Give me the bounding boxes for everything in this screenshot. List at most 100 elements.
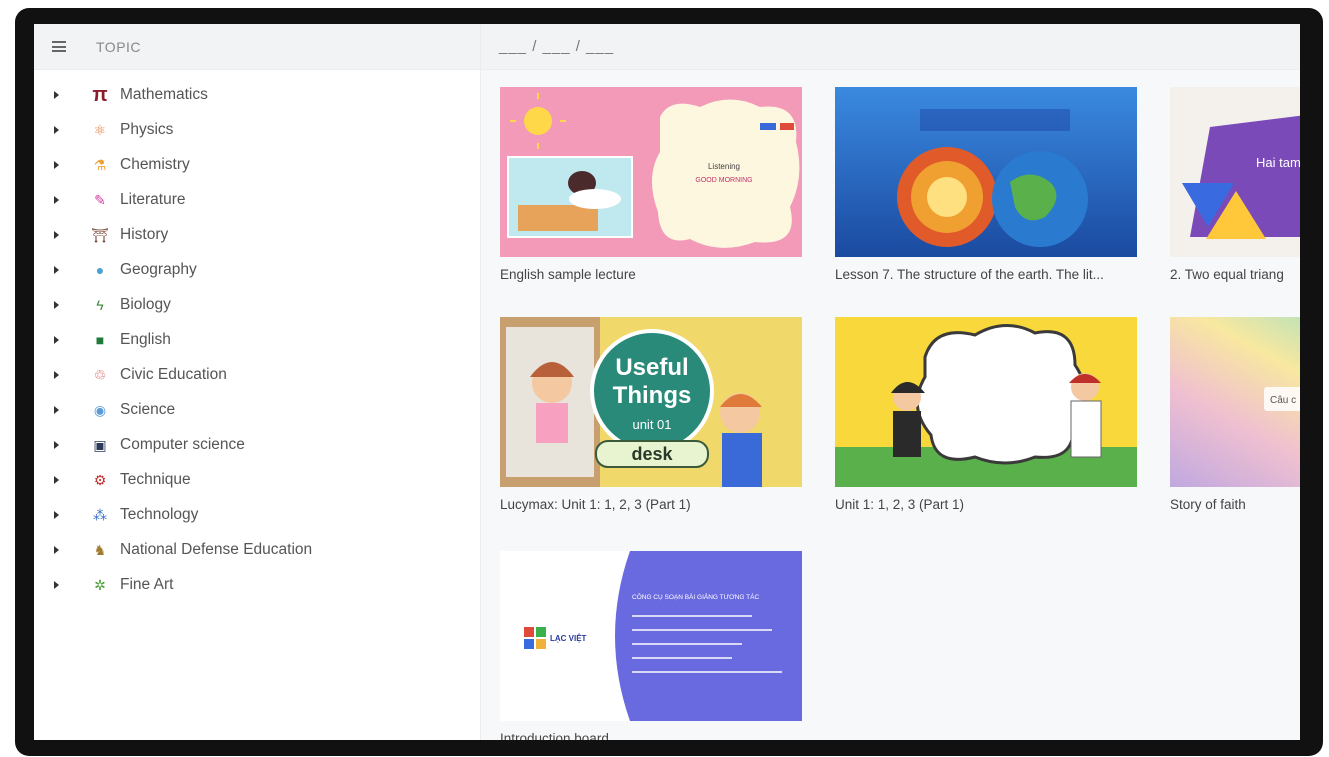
lecture-thumbnail: [835, 317, 1137, 487]
thumb-caption: Things: [613, 382, 692, 409]
thumb-caption: Câu c: [1270, 395, 1296, 406]
caret-right-icon[interactable]: [54, 440, 59, 449]
thumb-caption: desk: [631, 444, 673, 464]
caret-right-icon[interactable]: [54, 405, 59, 414]
sidebar-item-label: Technology: [120, 505, 199, 523]
sidebar-item-chemistry[interactable]: ⚗ Chemistry: [34, 147, 480, 182]
thumb-caption: CÔNG CỤ SOẠN BÀI GIẢNG TƯƠNG TÁC: [632, 592, 759, 601]
gear-icon: ⚙: [93, 471, 107, 488]
thumb-caption: Hai tam g: [1256, 155, 1300, 170]
caret-right-icon[interactable]: [54, 125, 59, 134]
pi-icon: π: [92, 83, 108, 106]
lecture-thumbnail: LẠC VIỆT CÔNG CỤ SOẠN BÀI GIẢNG TƯƠNG TÁ…: [500, 551, 802, 721]
sidebar-item-label: National Defense Education: [120, 540, 313, 558]
sidebar-header: TOPIC: [34, 24, 480, 70]
soldier-icon: ♞: [93, 541, 107, 558]
sidebar-item-geography[interactable]: ● Geography: [34, 252, 480, 287]
lecture-thumbnail: Câu c: [1170, 317, 1300, 487]
sidebar-title: TOPIC: [96, 38, 142, 55]
sidebar-item-label: English: [120, 330, 171, 348]
sidebar-item-label: Physics: [120, 120, 174, 138]
thumb-caption: LẠC VIỆT: [550, 634, 587, 643]
lecture-thumbnail: [835, 87, 1137, 257]
network-icon: ♲: [93, 366, 107, 383]
atom-icon: ⚛: [93, 121, 107, 138]
sidebar-item-technology[interactable]: ⁂ Technology: [34, 497, 480, 532]
sidebar-item-label: History: [120, 225, 169, 243]
sidebar-item-label: Geography: [120, 260, 197, 278]
breadcrumb-bar: ___ / ___ / ___: [481, 24, 1300, 70]
sidebar-item-national-defense-education[interactable]: ♞ National Defense Education: [34, 532, 480, 567]
lecture-title: Story of faith: [1170, 497, 1246, 512]
sidebar-item-label: Chemistry: [120, 155, 190, 173]
lecture-card[interactable]: Lesson 7. The structure of the earth. Th…: [835, 87, 1137, 282]
lecture-title: English sample lecture: [500, 267, 636, 282]
flask-icon: ⚗: [93, 156, 107, 173]
globe-icon: ●: [95, 261, 105, 278]
palette-icon: ✲: [94, 576, 106, 593]
sidebar-item-label: Biology: [120, 295, 171, 313]
caret-right-icon[interactable]: [54, 230, 59, 239]
sidebar-item-english[interactable]: ■ English: [34, 322, 480, 357]
caret-right-icon[interactable]: [54, 265, 59, 274]
menu-icon[interactable]: [52, 41, 66, 52]
caret-right-icon[interactable]: [54, 335, 59, 344]
sidebar-item-civic-education[interactable]: ♲ Civic Education: [34, 357, 480, 392]
topic-list: π Mathematics ⚛ Physics ⚗ Chemistry ✎ Literatur…: [34, 70, 480, 602]
lecture-thumbnail: Hai tam g: [1170, 87, 1300, 257]
sidebar-item-label: Mathematics: [120, 85, 208, 103]
caret-right-icon[interactable]: [54, 370, 59, 379]
sidebar-item-physics[interactable]: ⚛ Physics: [34, 112, 480, 147]
sidebar-item-mathematics[interactable]: π Mathematics: [34, 77, 480, 112]
sidebar-item-label: Computer science: [120, 435, 245, 453]
sidebar-item-label: Science: [120, 400, 176, 418]
book-icon: ■: [95, 331, 105, 348]
lecture-card[interactable]: Useful Things unit 01 desk Lucymax: Unit…: [500, 317, 802, 512]
thumb-caption: Useful: [615, 354, 688, 381]
lecture-card[interactable]: LẠC VIỆT CÔNG CỤ SOẠN BÀI GIẢNG TƯƠNG TÁ…: [500, 551, 802, 740]
lecture-title: Introduction board: [500, 731, 609, 740]
sidebar-item-computer-science[interactable]: ▣ Computer science: [34, 427, 480, 462]
lecture-card[interactable]: Listening GOOD MORNING English sample le…: [500, 87, 802, 282]
lecture-title: Lesson 7. The structure of the earth. Th…: [835, 267, 1104, 282]
lecture-grid: Listening GOOD MORNING English sample le…: [481, 70, 1300, 740]
caret-right-icon[interactable]: [54, 90, 59, 99]
caret-right-icon[interactable]: [54, 195, 59, 204]
lecture-title: 2. Two equal triang: [1170, 267, 1284, 282]
lecture-thumbnail: Listening GOOD MORNING: [500, 87, 802, 257]
sidebar-item-history[interactable]: ⛩ History: [34, 217, 480, 252]
app-screen: TOPIC π Mathematics ⚛ Physics ⚗ Chemistry ✎ Lit…: [34, 24, 1300, 740]
lecture-card[interactable]: Unit 1: 1, 2, 3 (Part 1): [835, 317, 1137, 512]
topic-sidebar: TOPIC π Mathematics ⚛ Physics ⚗ Chemistry ✎ Lit…: [34, 24, 481, 740]
lecture-title: Lucymax: Unit 1: 1, 2, 3 (Part 1): [500, 497, 691, 512]
lecture-thumbnail: Useful Things unit 01 desk: [500, 317, 802, 487]
caret-right-icon[interactable]: [54, 545, 59, 554]
caret-right-icon[interactable]: [54, 300, 59, 309]
caret-right-icon[interactable]: [54, 160, 59, 169]
monitor-icon: ▣: [93, 436, 107, 453]
sidebar-item-literature[interactable]: ✎ Literature: [34, 182, 480, 217]
lecture-title: Unit 1: 1, 2, 3 (Part 1): [835, 497, 965, 512]
caret-right-icon[interactable]: [54, 580, 59, 589]
caret-right-icon[interactable]: [54, 510, 59, 519]
sidebar-item-label: Technique: [120, 470, 191, 488]
lecture-card[interactable]: Hai tam g 2. Two equal triang: [1170, 87, 1300, 282]
temple-icon: ⛩: [91, 226, 109, 243]
sidebar-item-science[interactable]: ◉ Science: [34, 392, 480, 427]
sidebar-item-label: Fine Art: [120, 575, 174, 593]
lecture-card[interactable]: Câu c Story of faith: [1170, 317, 1300, 512]
caret-right-icon[interactable]: [54, 475, 59, 484]
sidebar-item-technique[interactable]: ⚙ Technique: [34, 462, 480, 497]
sidebar-item-fine-art[interactable]: ✲ Fine Art: [34, 567, 480, 602]
thumb-caption: Listening: [708, 162, 740, 171]
sidebar-item-label: Literature: [120, 190, 186, 208]
pen-icon: ✎: [94, 191, 106, 208]
magnifier-icon: ◉: [93, 401, 107, 418]
microscope-icon: ϟ: [96, 296, 104, 313]
chip-icon: ⁂: [93, 506, 107, 523]
breadcrumb[interactable]: ___ / ___ / ___: [499, 38, 614, 55]
sidebar-item-biology[interactable]: ϟ Biology: [34, 287, 480, 322]
thumb-caption: unit 01: [632, 417, 671, 432]
thumb-caption: GOOD MORNING: [695, 177, 752, 184]
sidebar-item-label: Civic Education: [120, 365, 227, 383]
